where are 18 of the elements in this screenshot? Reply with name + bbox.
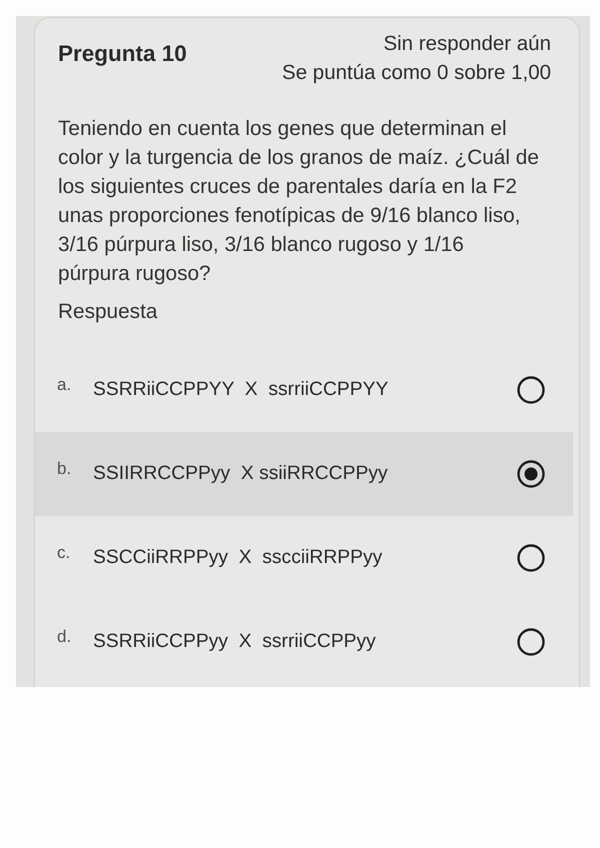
radio-button[interactable] bbox=[517, 460, 545, 488]
option-text: SSRRiiCCPPyy X ssrriiCCPPyy bbox=[93, 631, 376, 653]
answer-label: Respuesta bbox=[58, 299, 158, 325]
option-text: SSCCiiRRPPyy X sscciiRRPPyy bbox=[93, 547, 382, 569]
radio-button[interactable] bbox=[517, 544, 545, 572]
option-letter: b. bbox=[57, 459, 72, 479]
option-letter: a. bbox=[57, 375, 72, 395]
option-letter: c. bbox=[57, 543, 72, 563]
radio-button[interactable] bbox=[517, 376, 545, 404]
question-text: Teniendo en cuenta los genes que determinan el color y la turgencia de los granos de maíz. ¿Cuál de los siguientes cruces de parentales daría en la F2 unas proporciones fenotípicas de 9/16 blanco liso, 3/16 púrpura liso, 3/16 blanco rugoso y 1/16 púrpura rugoso? bbox=[58, 116, 540, 287]
question-status: Sin responder aún bbox=[383, 31, 551, 57]
option-text: SSIIRRCCPPyy X ssiiRRCCPPyy bbox=[93, 463, 388, 485]
radio-button[interactable] bbox=[517, 628, 545, 656]
option-letter: d. bbox=[57, 627, 72, 647]
selected-option-highlight[interactable]: b. SSIIRRCCPPyy X ssiiRRCCPPyy bbox=[35, 432, 573, 516]
question-grade: Se puntúa como 0 sobre 1,00 bbox=[282, 60, 551, 86]
question-title: Pregunta 10 bbox=[58, 41, 187, 67]
option-text: SSRRiiCCPPYY X ssrriiCCPPYY bbox=[93, 379, 388, 401]
